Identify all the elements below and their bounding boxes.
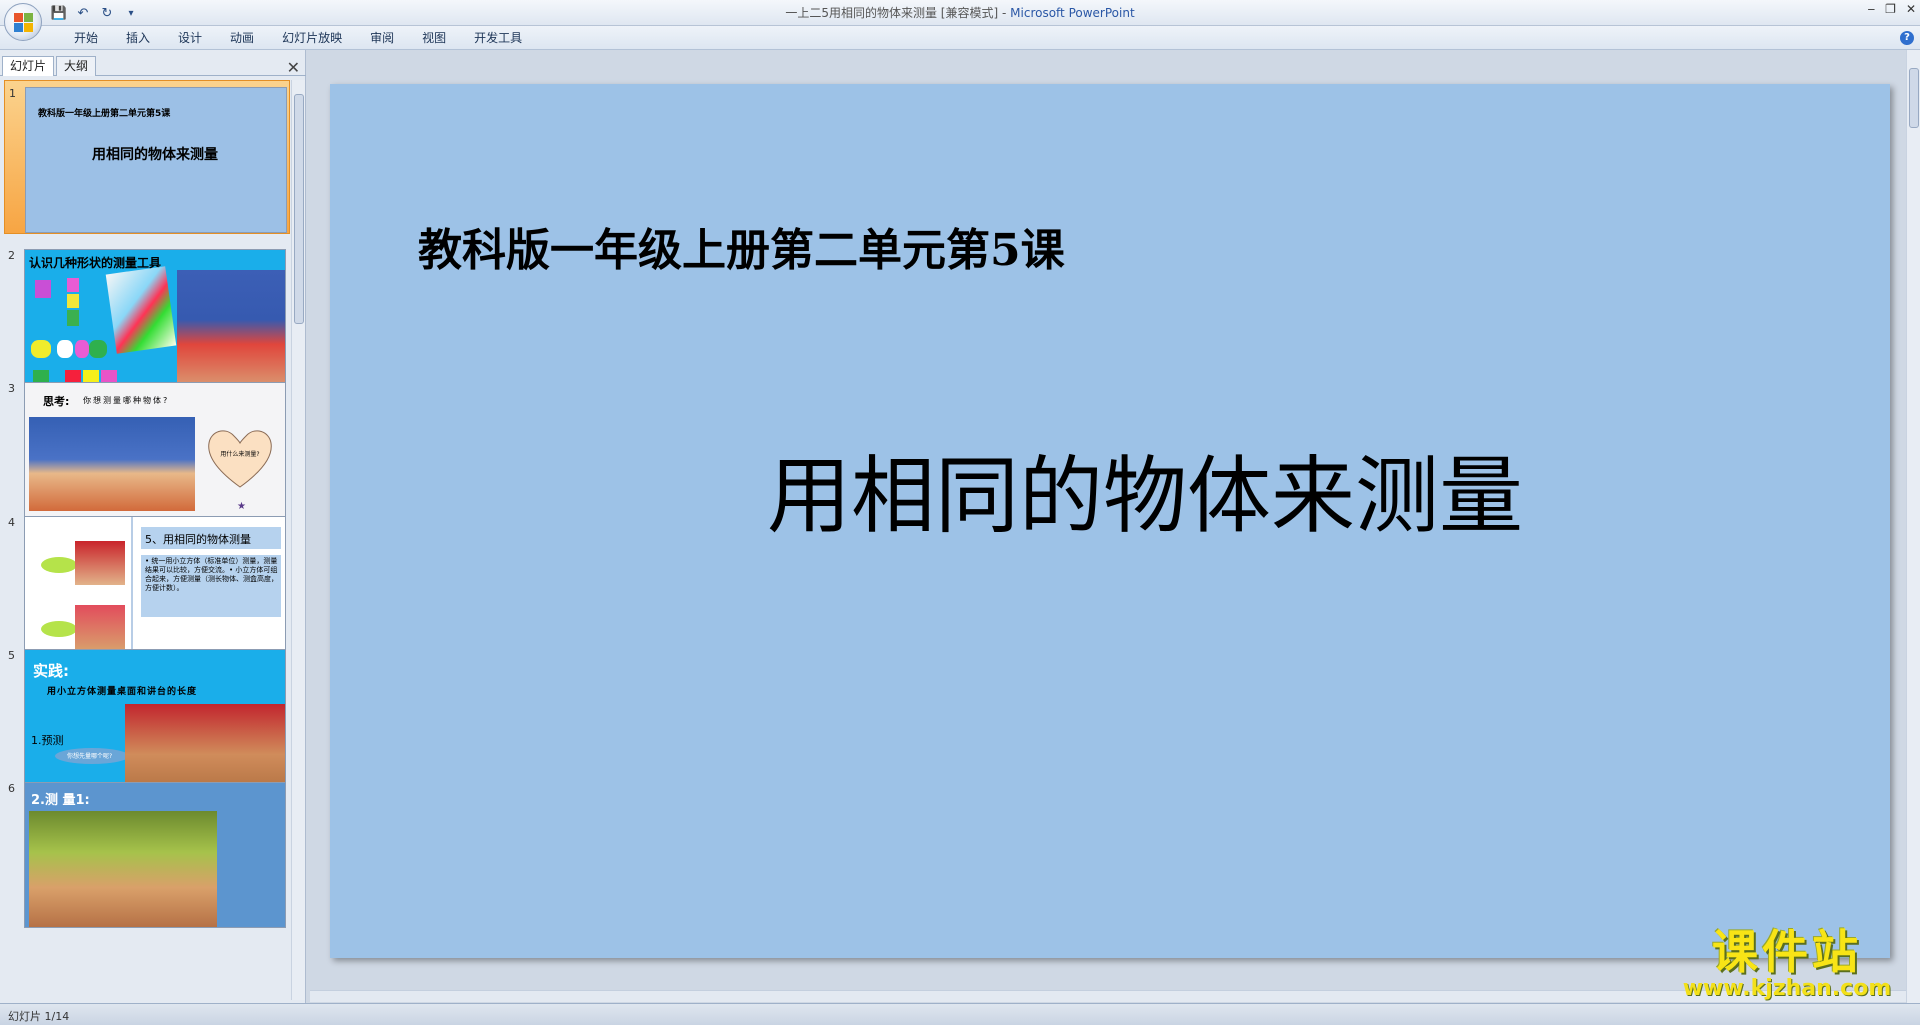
thumbnail-number: 3: [8, 382, 15, 395]
close-button[interactable]: ✕: [1906, 2, 1916, 16]
cylinder-block: [31, 340, 51, 358]
thumbnail-number: 5: [8, 649, 15, 662]
thumbnail-preview: 2.测 量1:: [24, 782, 286, 928]
document-name: 一上二5用相同的物体来测量 [兼容模式]: [785, 6, 999, 20]
tab-home[interactable]: 开始: [60, 30, 112, 46]
thumbnail-slide-3[interactable]: 3 思考: 你想测量哪种物体? 用什么来测量? ★: [4, 376, 290, 530]
hand-photo: [75, 541, 125, 585]
thumbnail-subtitle: 你想测量哪种物体?: [83, 396, 170, 405]
current-slide[interactable]: 教科版一年级上册第二单元第5课 用相同的物体来测量: [330, 84, 1890, 958]
green-bubble: [41, 621, 77, 637]
sticks-photo: [105, 266, 177, 354]
thumbnail-subtitle: 用小立方体测量桌面和讲台的长度: [47, 687, 198, 697]
panel-tabs: 幻灯片 大纲 ✕: [0, 54, 306, 77]
thumbnail-number: 6: [8, 782, 15, 795]
thumbnail-subtitle: 教科版一年级上册第二单元第5课: [38, 109, 171, 119]
title-bar: 💾 ↶ ↻ ▾ 一上二5用相同的物体来测量 [兼容模式] - Microsoft…: [0, 0, 1920, 26]
thumbnail-preview: 认识几种形状的测量工具: [24, 249, 286, 395]
thumbnail-slide-4[interactable]: 4 5、用相同的物体测量 • 统一用小立方体（标准单位）测量，测量结果可以比较，…: [4, 510, 290, 664]
thumbnail-scrollbar[interactable]: [291, 80, 305, 1000]
watermark-url: www.kjzhan.com: [1682, 976, 1892, 1001]
app-name: Microsoft PowerPoint: [1010, 6, 1135, 20]
help-icon[interactable]: ?: [1900, 31, 1914, 45]
green-bubble: [41, 557, 77, 573]
thumbnail-bullets: • 统一用小立方体（标准单位）测量，测量结果可以比较，方便交流。• 小立方体可组…: [145, 557, 278, 592]
thumbnail-title: 认识几种形状的测量工具: [29, 256, 162, 270]
office-button[interactable]: [4, 3, 42, 41]
thumbnail-preview: 实践: 用小立方体测量桌面和讲台的长度 1.预测 你想先量哪个呢?: [24, 649, 286, 795]
scrollbar-thumb[interactable]: [294, 94, 304, 324]
thumbnail-preview: 思考: 你想测量哪种物体? 用什么来测量? ★: [24, 382, 286, 528]
slide-counter: 幻灯片 1/14: [8, 1010, 70, 1023]
main-horizontal-scrollbar[interactable]: [310, 990, 1906, 1002]
heart-shape: 用什么来测量?: [205, 423, 275, 493]
cylinder-block: [75, 340, 89, 358]
tab-slideshow[interactable]: 幻灯片放映: [268, 30, 356, 46]
ribbon-tabs: 开始 插入 设计 动画 幻灯片放映 审阅 视图 开发工具: [60, 30, 536, 46]
title-separator: -: [1002, 6, 1011, 20]
heart-icon: [208, 430, 272, 488]
tab-slides[interactable]: 幻灯片: [2, 56, 55, 76]
slide-subtitle[interactable]: 教科版一年级上册第二单元第5课: [418, 214, 1065, 278]
thumbnail-title: 用相同的物体来测量: [92, 147, 218, 163]
watermark-name: 课件站: [1712, 925, 1862, 979]
scrollbar-thumb[interactable]: [1909, 68, 1919, 128]
thumbnail-number: 4: [8, 516, 15, 529]
slides-panel: 幻灯片 大纲 ✕ 1 教科版一年级上册第二单元第5课 用相同的物体来测量 2 认…: [0, 50, 306, 1003]
cube-block: [67, 310, 79, 326]
thumbnail-slide-6[interactable]: 6 2.测 量1:: [4, 776, 290, 930]
tab-animations[interactable]: 动画: [216, 30, 268, 46]
minimize-button[interactable]: ‒: [1868, 2, 1876, 16]
measuring-photo: [29, 811, 217, 927]
thumbnail-title: 2.测 量1:: [31, 793, 90, 808]
cube-block: [67, 278, 79, 292]
watermark-logo: 课件站 www.kjzhan.com: [1672, 926, 1902, 1001]
cylinder-block: [57, 340, 73, 358]
tab-developer[interactable]: 开发工具: [460, 30, 536, 46]
thumbnail-slide-5[interactable]: 5 实践: 用小立方体测量桌面和讲台的长度 1.预测 你想先量哪个呢?: [4, 643, 290, 797]
tab-outline[interactable]: 大纲: [56, 56, 97, 76]
thumbnail-preview: 教科版一年级上册第二单元第5课 用相同的物体来测量: [25, 87, 287, 233]
office-logo-icon: [14, 13, 34, 33]
tab-review[interactable]: 审阅: [356, 30, 408, 46]
tab-design[interactable]: 设计: [164, 30, 216, 46]
cube-block: [35, 280, 51, 298]
thumbnail-number: 1: [9, 87, 16, 100]
window-title: 一上二5用相同的物体来测量 [兼容模式] - Microsoft PowerPo…: [0, 4, 1920, 21]
thumbnail-list: 1 教科版一年级上册第二单元第5课 用相同的物体来测量 2 认识几种形状的测量工…: [0, 80, 290, 1000]
tab-view[interactable]: 视图: [408, 30, 460, 46]
ribbon: 开始 插入 设计 动画 幻灯片放映 审阅 视图 开发工具 ?: [0, 26, 1920, 50]
slide-title[interactable]: 用相同的物体来测量: [330, 429, 1890, 550]
cube-block: [67, 294, 79, 308]
bubble-text: 你想先量哪个呢?: [67, 753, 113, 760]
close-panel-icon[interactable]: ✕: [287, 58, 300, 77]
main-vertical-scrollbar[interactable]: [1906, 50, 1920, 1003]
thumbnail-preview: 5、用相同的物体测量 • 统一用小立方体（标准单位）测量，测量结果可以比较，方便…: [24, 516, 286, 662]
thumbnail-slide-2[interactable]: 2 认识几种形状的测量工具: [4, 243, 290, 397]
heart-text: 用什么来测量?: [220, 451, 260, 458]
restore-button[interactable]: ❐: [1885, 2, 1896, 16]
status-bar: 幻灯片 1/14: [0, 1003, 1920, 1025]
window-controls: ‒ ❐ ✕: [1868, 2, 1916, 16]
slide-editing-area: 教科版一年级上册第二单元第5课 用相同的物体来测量: [310, 50, 1904, 1003]
tab-insert[interactable]: 插入: [112, 30, 164, 46]
thumbnail-label: 1.预测: [31, 734, 64, 747]
children-photo: [29, 417, 195, 511]
thumbnail-title: 思考:: [43, 395, 70, 408]
thumbnail-slide-1[interactable]: 1 教科版一年级上册第二单元第5课 用相同的物体来测量: [4, 80, 290, 234]
cylinder-block: [89, 340, 107, 358]
thumbnail-title: 实践:: [33, 662, 69, 680]
thumbnail-title: 5、用相同的物体测量: [145, 533, 251, 546]
thumbnail-number: 2: [8, 249, 15, 262]
